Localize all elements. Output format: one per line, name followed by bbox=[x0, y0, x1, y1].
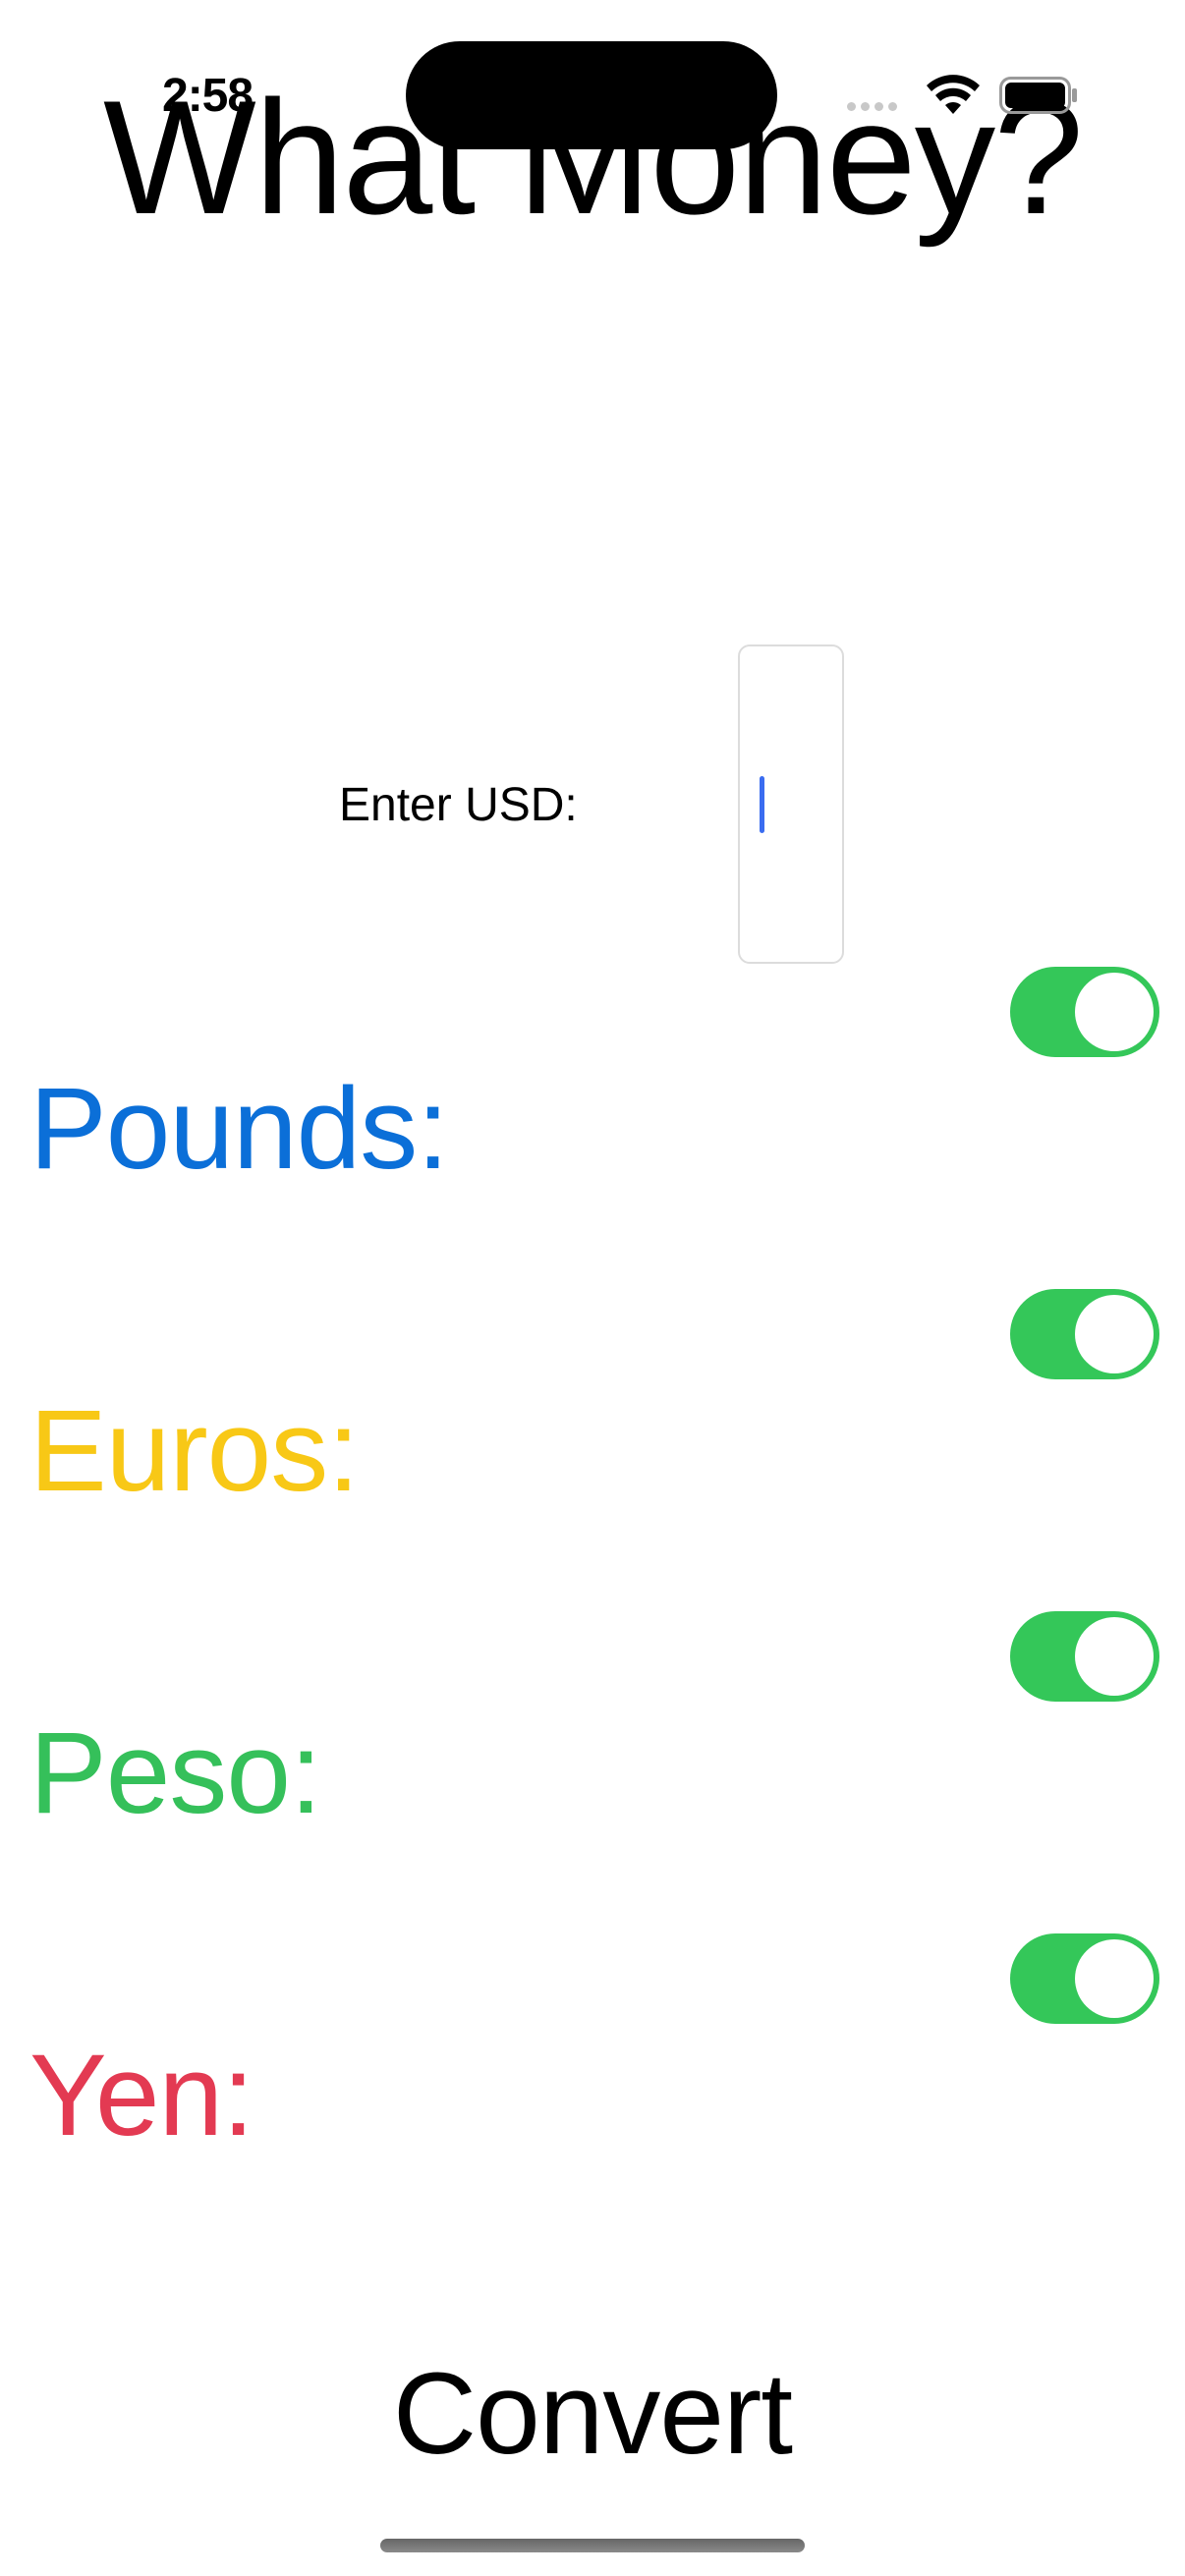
text-cursor bbox=[760, 776, 764, 833]
yen-label: Yen: bbox=[29, 2031, 254, 2160]
toggle-knob bbox=[1075, 1617, 1154, 1696]
peso-label: Peso: bbox=[29, 1708, 322, 1838]
usd-input-label: Enter USD: bbox=[339, 779, 578, 831]
pounds-label: Pounds: bbox=[29, 1064, 449, 1194]
home-indicator[interactable] bbox=[380, 2539, 805, 2552]
toggle-knob bbox=[1075, 1295, 1154, 1373]
toggle-knob bbox=[1075, 973, 1154, 1051]
toggle-knob bbox=[1075, 1939, 1154, 2018]
yen-toggle[interactable] bbox=[1010, 1933, 1159, 2024]
pounds-toggle[interactable] bbox=[1010, 967, 1159, 1057]
euros-label: Euros: bbox=[29, 1386, 360, 1516]
battery-icon bbox=[999, 77, 1077, 114]
peso-toggle[interactable] bbox=[1010, 1611, 1159, 1702]
convert-button[interactable]: Convert bbox=[0, 2356, 1185, 2472]
signal-icon bbox=[847, 102, 897, 111]
wifi-icon bbox=[927, 75, 980, 114]
status-bar-time: 2:58 bbox=[162, 70, 254, 122]
usd-amount-input[interactable] bbox=[738, 644, 844, 964]
dynamic-island bbox=[406, 41, 777, 149]
euros-toggle[interactable] bbox=[1010, 1289, 1159, 1379]
